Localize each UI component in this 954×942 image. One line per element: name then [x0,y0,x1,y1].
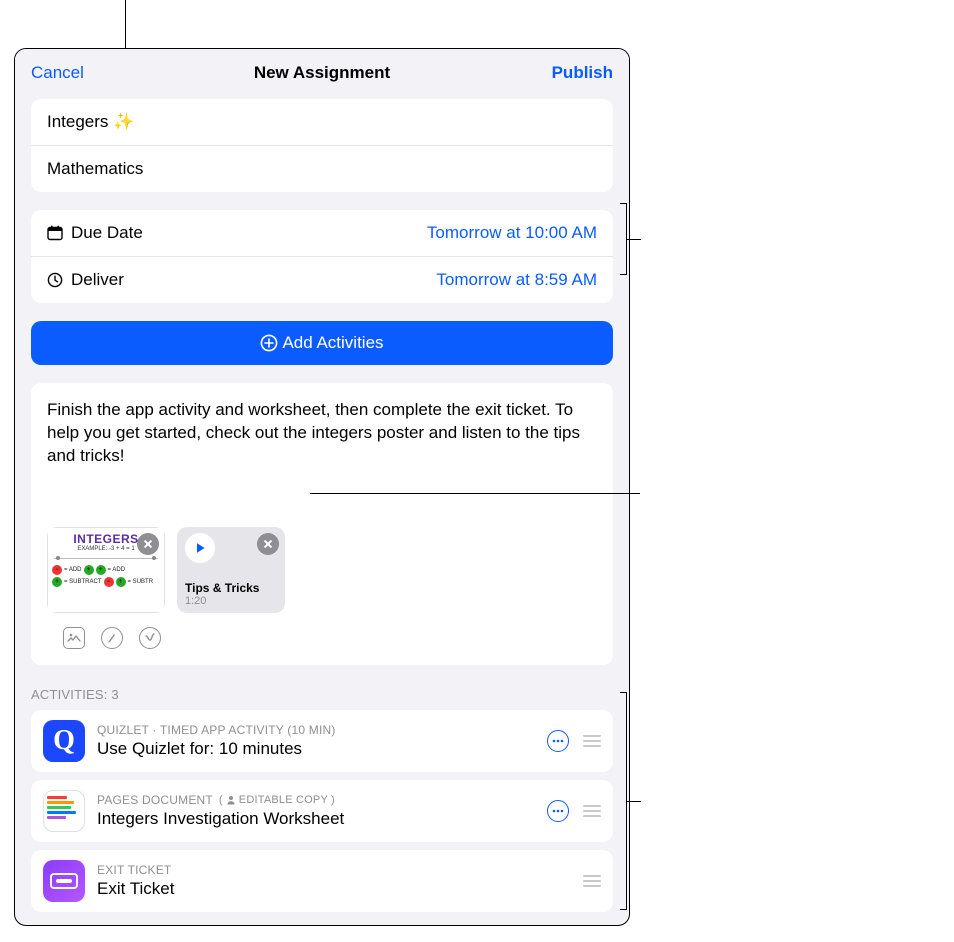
deliver-label: Deliver [71,270,124,290]
remove-attachment-button[interactable] [137,533,159,555]
activity-row[interactable]: QUIZLET · TIMED APP ACTIVITY (10 MIN) Us… [31,710,613,772]
page-title: New Assignment [254,63,390,83]
add-activities-button[interactable]: Add Activities [31,321,613,365]
assignment-title-value: Integers ✨ [47,112,134,132]
audio-title: Tips & Tricks [185,581,277,595]
activity-row[interactable]: PAGES DOCUMENT ( EDITABLE COPY) Integers… [31,780,613,842]
audio-attachment[interactable]: Tips & Tricks 1:20 [177,527,285,613]
quizlet-icon [43,720,85,762]
cancel-button[interactable]: Cancel [31,63,111,83]
activity-more-button[interactable] [547,730,569,752]
assignment-title-field[interactable]: Integers ✨ [31,99,613,145]
clock-icon [47,272,71,288]
activity-title: Exit Ticket [97,879,571,899]
attachments-row: INTEGERS EXAMPLE: -3 + 4 = 1 −= ADD++= A… [47,527,597,613]
poster-attachment[interactable]: INTEGERS EXAMPLE: -3 + 4 = 1 −= ADD++= A… [47,527,165,613]
assignment-class-value: Mathematics [47,159,143,179]
drag-handle-icon[interactable] [583,875,601,887]
add-activities-label: Add Activities [282,333,383,353]
assignment-class-field[interactable]: Mathematics [31,145,613,192]
assignment-title-card: Integers ✨ Mathematics [31,99,613,192]
content-scroll[interactable]: Integers ✨ Mathematics Due Date Tomorrow… [15,93,629,925]
due-date-label: Due Date [71,223,143,243]
due-date-row[interactable]: Due Date Tomorrow at 10:00 AM [31,210,613,256]
activity-meta: QUIZLET · TIMED APP ACTIVITY (10 MIN) [97,723,535,737]
activity-more-button[interactable] [547,800,569,822]
media-toolbar [63,627,581,649]
add-drawing-button[interactable] [101,627,123,649]
play-icon[interactable] [185,533,215,563]
add-photo-button[interactable] [63,627,85,649]
audio-duration: 1:20 [185,595,277,607]
publish-button[interactable]: Publish [533,63,613,83]
instructions-card: Finish the app activity and worksheet, t… [31,383,613,665]
activity-title: Integers Investigation Worksheet [97,809,535,829]
drag-handle-icon[interactable] [583,805,601,817]
deliver-value: Tomorrow at 8:59 AM [124,270,597,290]
drag-handle-icon[interactable] [583,735,601,747]
callout-bracket-activities [626,692,627,910]
remove-attachment-button[interactable] [257,533,279,555]
deliver-row[interactable]: Deliver Tomorrow at 8:59 AM [31,256,613,303]
callout-bracket-dates [626,203,627,275]
callout-line-instructions [310,493,640,494]
exit-ticket-icon [43,860,85,902]
activities-section-header: ACTIVITIES: 3 [31,687,613,702]
dates-card: Due Date Tomorrow at 10:00 AM Deliver To… [31,210,613,303]
add-audio-button[interactable] [139,627,161,649]
activity-title: Use Quizlet for: 10 minutes [97,739,535,759]
plus-circle-icon [260,334,278,352]
activity-meta: PAGES DOCUMENT ( EDITABLE COPY) [97,793,535,807]
calendar-icon [47,225,71,241]
pages-document-icon [43,790,85,832]
activity-meta: EXIT TICKET [97,863,571,877]
nav-bar: Cancel New Assignment Publish [15,49,629,93]
editable-copy-badge: ( EDITABLE COPY) [219,794,335,806]
due-date-value: Tomorrow at 10:00 AM [143,223,597,243]
assignment-editor-panel: Cancel New Assignment Publish Integers ✨… [14,48,630,926]
activity-row[interactable]: EXIT TICKET Exit Ticket [31,850,613,912]
